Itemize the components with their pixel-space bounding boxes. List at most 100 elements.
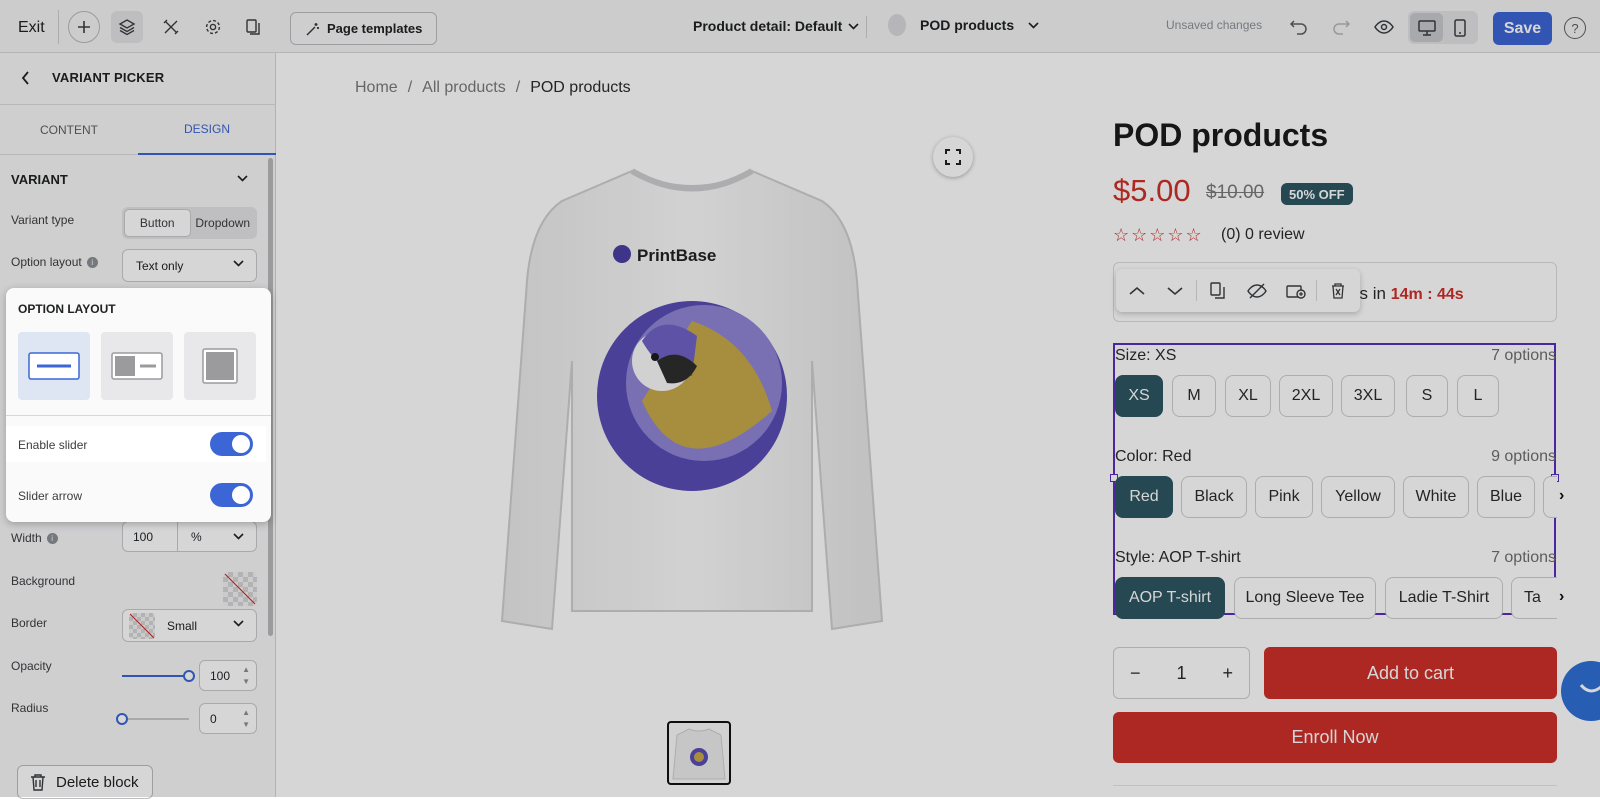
radius-input[interactable]: 0 ▲ ▼ — [199, 703, 257, 734]
eye-icon — [1374, 20, 1394, 34]
save-as-template-button[interactable] — [1277, 269, 1315, 312]
layout-option-image-text[interactable] — [101, 332, 173, 400]
undo-button[interactable] — [1283, 11, 1315, 43]
mobile-icon — [1454, 18, 1466, 37]
product-thumbnail-icon — [888, 14, 906, 36]
slider-arrow-toggle[interactable] — [210, 483, 253, 507]
back-button[interactable] — [14, 67, 36, 89]
product-selector-label: POD products — [920, 17, 1015, 33]
border-select[interactable]: Small — [122, 609, 257, 642]
size-chip[interactable]: 2XL — [1279, 375, 1333, 417]
style-chip[interactable]: Long Sleeve Tee — [1234, 577, 1376, 619]
help-icon[interactable]: ? — [1564, 17, 1586, 39]
pages-icon — [246, 19, 260, 35]
size-chip[interactable]: 3XL — [1341, 375, 1395, 417]
option-layout-select[interactable]: Text only — [122, 249, 257, 282]
color-chip[interactable]: White — [1403, 476, 1469, 518]
mobile-view-button[interactable] — [1444, 13, 1476, 42]
page-templates-button[interactable]: Page templates — [290, 12, 438, 45]
preview-button[interactable] — [1368, 11, 1400, 43]
move-up-button[interactable] — [1118, 269, 1156, 312]
opacity-slider-track[interactable] — [122, 675, 189, 677]
color-slider-next-arrow[interactable]: › — [1559, 487, 1564, 505]
border-color-swatch — [129, 612, 155, 639]
width-input[interactable]: 100 — [133, 530, 153, 544]
layout-option-text[interactable] — [18, 332, 90, 400]
move-down-button[interactable] — [1156, 269, 1194, 312]
color-chip[interactable]: Blue — [1477, 476, 1535, 518]
divider — [1196, 280, 1197, 301]
shirt-logo-text: PrintBase — [637, 246, 716, 265]
radius-slider-track[interactable] — [122, 718, 189, 720]
chat-widget-button[interactable] — [1561, 661, 1600, 721]
review-count[interactable]: (0) 0 review — [1221, 226, 1305, 244]
color-chip[interactable]: Black — [1181, 476, 1247, 518]
background-color-swatch[interactable] — [223, 572, 257, 606]
product-image[interactable]: PrintBase — [492, 161, 892, 706]
delete-block-button[interactable]: Delete block — [17, 765, 153, 799]
style-option-label: Style: AOP T-shirt — [1115, 549, 1241, 566]
add-section-button[interactable] — [68, 11, 100, 43]
opacity-slider-handle[interactable] — [183, 670, 195, 682]
add-to-cart-button[interactable]: Add to cart — [1264, 647, 1557, 699]
size-chip[interactable]: XS — [1115, 375, 1163, 417]
discount-badge: 50% OFF — [1281, 183, 1353, 205]
layout-option-image-only[interactable] — [184, 332, 256, 400]
stepper-arrows-icon[interactable]: ▲ ▼ — [242, 664, 250, 688]
page-selector-dropdown[interactable]: Product detail: Default — [693, 18, 859, 34]
breadcrumb-all-products[interactable]: All products — [422, 79, 506, 97]
color-chip[interactable]: Pink — [1255, 476, 1313, 518]
quantity-decrease-button[interactable]: − — [1130, 663, 1141, 684]
style-chip[interactable]: AOP T-shirt — [1115, 577, 1225, 619]
quantity-stepper: − 1 + — [1113, 647, 1250, 699]
product-thumbnail[interactable] — [667, 721, 731, 785]
layers-button[interactable] — [111, 11, 143, 43]
variant-type-dropdown-option[interactable]: Dropdown — [191, 209, 256, 237]
enable-slider-toggle[interactable] — [210, 432, 253, 456]
color-chip-partial[interactable] — [1543, 476, 1557, 518]
enroll-now-button[interactable]: Enroll Now — [1113, 712, 1557, 763]
product-selector-dropdown[interactable]: POD products — [888, 14, 1039, 36]
size-chip[interactable]: L — [1457, 375, 1499, 417]
redo-button[interactable] — [1325, 11, 1357, 43]
chat-icon — [1579, 683, 1600, 693]
color-option-count: 9 options — [1491, 448, 1556, 465]
color-chip[interactable]: Red — [1115, 476, 1173, 518]
chevron-left-icon — [21, 71, 29, 85]
tab-design[interactable]: DESIGN — [138, 105, 276, 155]
chevron-down-icon — [848, 22, 859, 30]
duplicate-button[interactable] — [1199, 269, 1237, 312]
stepper-arrows-icon[interactable]: ▲ ▼ — [242, 707, 250, 731]
plus-icon — [78, 21, 90, 33]
quantity-input[interactable]: 1 — [1176, 663, 1186, 684]
collapse-section-button[interactable] — [232, 168, 252, 188]
widgets-button[interactable] — [155, 11, 187, 43]
size-chip[interactable]: XL — [1225, 375, 1271, 417]
hide-button[interactable] — [1238, 269, 1276, 312]
size-chip[interactable]: S — [1406, 375, 1448, 417]
option-layout-text: Option layout — [11, 255, 82, 269]
breadcrumb-home[interactable]: Home — [355, 79, 398, 97]
delete-button[interactable] — [1319, 269, 1357, 312]
variant-type-button-option[interactable]: Button — [124, 209, 191, 237]
tab-content[interactable]: CONTENT — [0, 105, 138, 155]
color-chip[interactable]: Yellow — [1321, 476, 1395, 518]
style-chip-partial[interactable]: Ta — [1511, 577, 1557, 619]
save-button[interactable]: Save — [1493, 12, 1552, 45]
pages-button[interactable] — [237, 11, 269, 43]
style-chip[interactable]: Ladie T-Shirt — [1385, 577, 1503, 619]
compare-at-price: $10.00 — [1206, 182, 1265, 203]
width-unit-select[interactable]: % — [191, 530, 202, 544]
radius-label: Radius — [11, 701, 49, 715]
template-add-icon — [1286, 284, 1306, 299]
desktop-view-button[interactable] — [1410, 13, 1443, 42]
opacity-input[interactable]: 100 ▲ ▼ — [199, 660, 257, 691]
settings-button[interactable] — [197, 11, 229, 43]
size-chip[interactable]: M — [1172, 375, 1216, 417]
magic-wand-icon — [306, 22, 319, 36]
quantity-increase-button[interactable]: + — [1222, 663, 1233, 684]
style-slider-next-arrow[interactable]: › — [1559, 588, 1564, 606]
fullscreen-button[interactable] — [933, 137, 973, 177]
radius-slider-handle[interactable] — [116, 713, 128, 725]
exit-button[interactable]: Exit — [6, 10, 57, 46]
